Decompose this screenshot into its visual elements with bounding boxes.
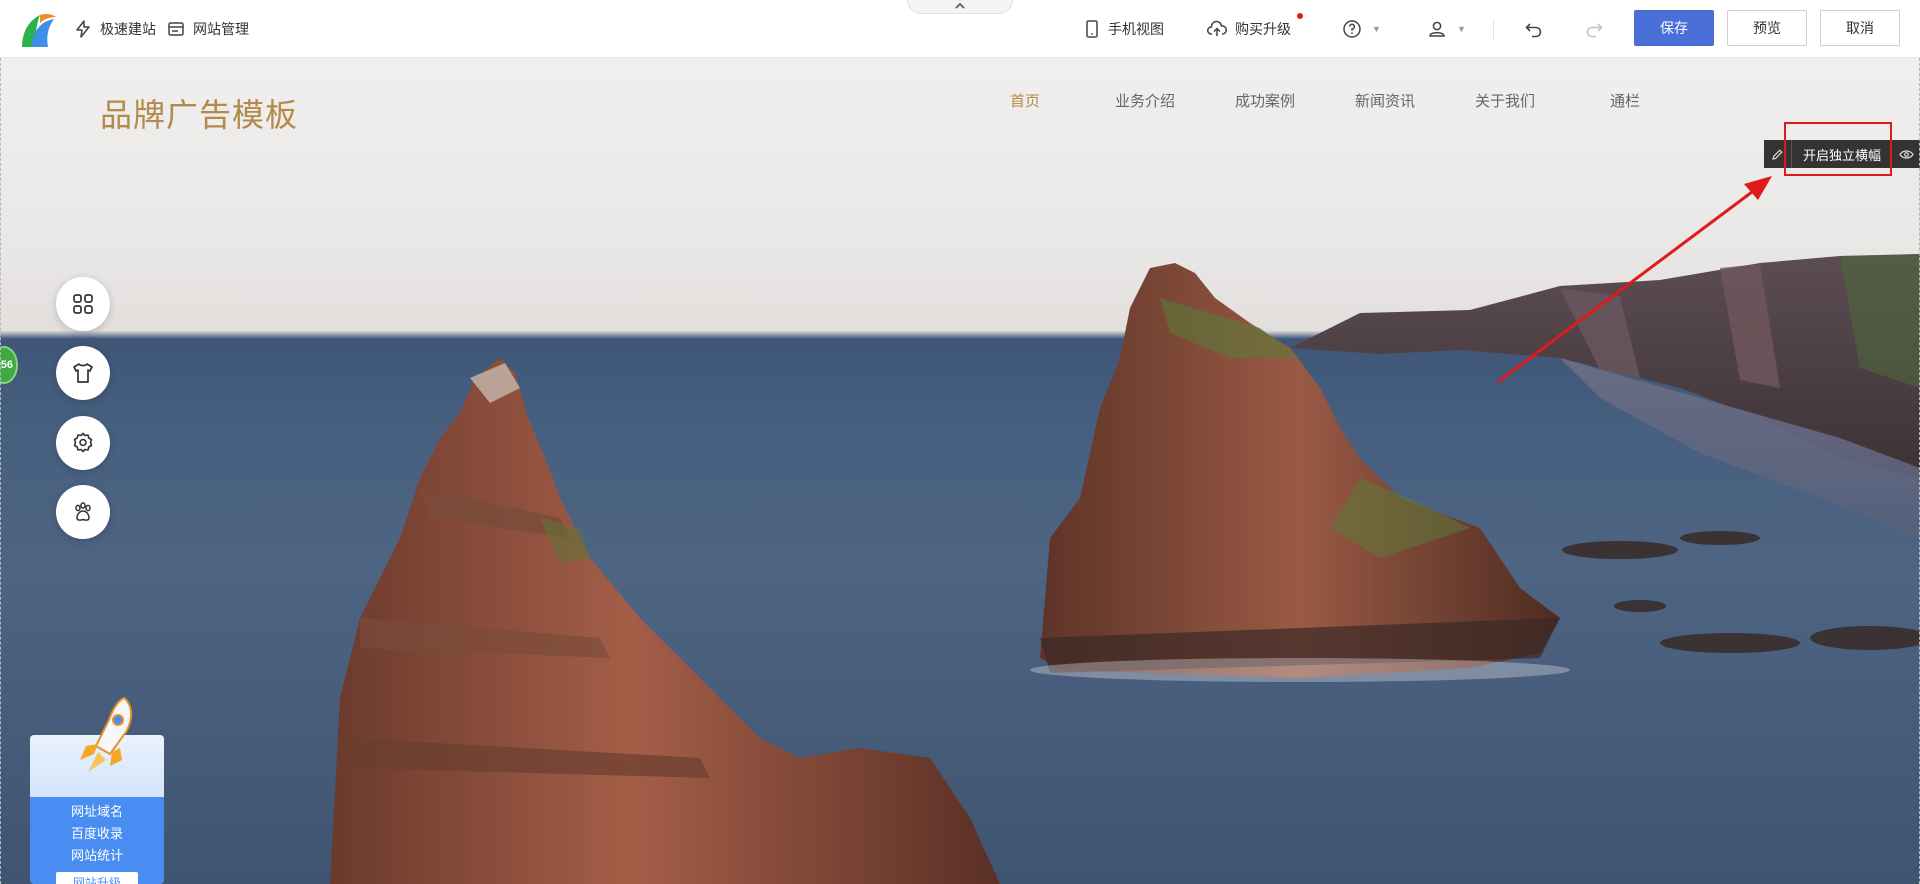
quick-build-label: 极速建站 <box>100 21 156 37</box>
collapse-toolbar-toggle[interactable] <box>907 0 1013 14</box>
user-icon <box>1429 21 1445 37</box>
sea-stacks-banner-image <box>330 176 1920 884</box>
rocket-icon <box>80 696 132 772</box>
promo-line-stats: 网站统计 <box>70 848 123 863</box>
nav-item-home[interactable]: 首页 <box>1010 90 1040 110</box>
chevron-down-icon: ▼ <box>1372 24 1381 34</box>
gear-icon <box>73 432 93 453</box>
site-manage-label: 网站管理 <box>193 21 249 37</box>
site-manage-button[interactable]: 网站管理 <box>167 0 249 58</box>
buy-upgrade-button[interactable]: 购买升级 <box>1207 0 1291 58</box>
preview-button[interactable]: 预览 <box>1727 10 1807 46</box>
chevron-up-icon <box>955 2 965 9</box>
editor-toolbar: 极速建站 网站管理 手机视图 购买升级 ▼ ▼ 保存 预览 取消 <box>0 0 1920 58</box>
redo-icon <box>1586 23 1603 38</box>
site-brand-title[interactable]: 品牌广告模板 <box>100 90 298 136</box>
nav-item-banner[interactable]: 通栏 <box>1610 90 1640 110</box>
site-manage-icon <box>168 22 184 36</box>
pencil-icon <box>1772 148 1783 160</box>
baidu-seo-button[interactable] <box>56 485 110 539</box>
tshirt-icon <box>73 363 93 383</box>
theme-style-button[interactable] <box>56 346 110 400</box>
edit-module-button[interactable] <box>1764 140 1792 168</box>
cloud-upload-icon <box>1207 20 1227 36</box>
promo-line-baidu: 百度收录 <box>70 826 123 841</box>
redo-button[interactable] <box>1584 0 1604 58</box>
chevron-down-icon: ▼ <box>1457 24 1466 34</box>
add-module-button[interactable] <box>56 277 110 331</box>
quick-build-button[interactable]: 极速建站 <box>74 0 156 58</box>
enable-independent-banner-button[interactable]: 开启独立横幅 <box>1792 145 1892 164</box>
buy-upgrade-label: 购买升级 <box>1235 21 1291 37</box>
eye-icon <box>1898 149 1914 159</box>
settings-button[interactable] <box>56 416 110 470</box>
notification-dot <box>1297 13 1303 19</box>
toolbar-divider <box>1493 19 1494 39</box>
promo-line-domain: 网址域名 <box>70 804 123 819</box>
account-menu-button[interactable]: ▼ <box>1427 0 1466 58</box>
paw-icon <box>75 502 91 521</box>
grid-apps-icon <box>73 294 93 314</box>
nav-item-business[interactable]: 业务介绍 <box>1115 90 1175 110</box>
nav-item-cases[interactable]: 成功案例 <box>1235 90 1295 110</box>
banner-canvas[interactable] <box>0 58 1920 884</box>
app-logo-icon <box>22 13 56 47</box>
help-menu-button[interactable]: ▼ <box>1342 0 1381 58</box>
mobile-view-label: 手机视图 <box>1108 21 1164 37</box>
promo-feature-list: 网址域名 百度收录 网站统计 <box>30 801 164 867</box>
banner-module-toolbar: 开启独立横幅 <box>1764 140 1920 168</box>
mobile-view-button[interactable]: 手机视图 <box>1084 0 1164 58</box>
nav-item-news[interactable]: 新闻资讯 <box>1355 90 1415 110</box>
cancel-button[interactable]: 取消 <box>1820 10 1900 46</box>
mobile-phone-icon <box>1086 20 1098 38</box>
site-upgrade-button[interactable]: 网站升级 <box>56 872 138 884</box>
help-icon <box>1343 20 1361 38</box>
undo-button[interactable] <box>1524 0 1544 58</box>
undo-icon <box>1525 23 1542 38</box>
save-button[interactable]: 保存 <box>1634 10 1714 46</box>
nav-item-about[interactable]: 关于我们 <box>1475 90 1535 110</box>
lightning-icon <box>76 20 90 38</box>
toggle-visibility-button[interactable] <box>1892 140 1920 168</box>
